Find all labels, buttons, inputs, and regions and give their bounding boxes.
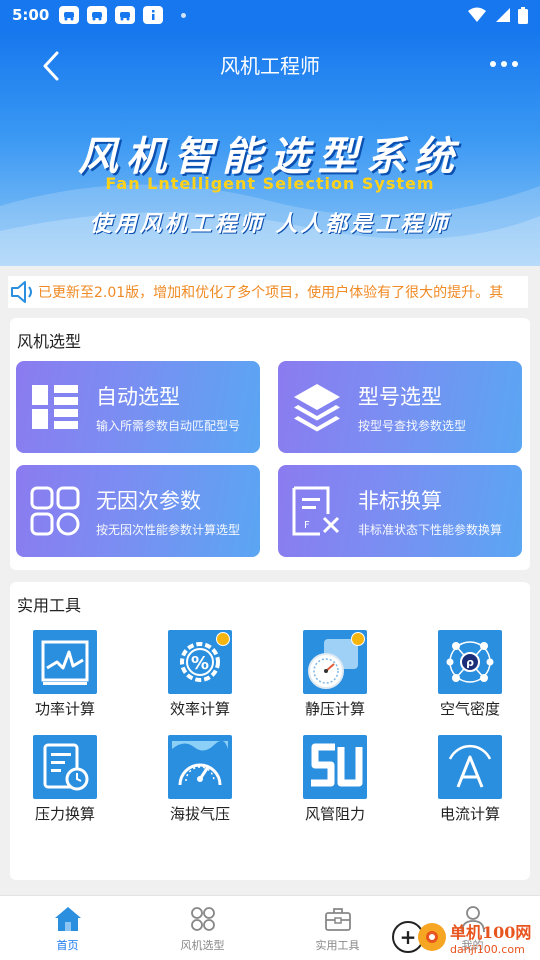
tab-label: 实用工具 xyxy=(315,939,360,952)
home-icon xyxy=(53,904,83,934)
page-title: 风机工程师 xyxy=(220,54,320,78)
watermark-text: 单机100网 xyxy=(450,922,532,942)
signal-icon xyxy=(496,8,510,22)
duct-resistance-tool[interactable]: 风管阻力 xyxy=(285,735,385,824)
car-icon xyxy=(115,6,136,24)
feature-desc: 非标准状态下性能参数换算 xyxy=(358,522,503,537)
banner-slogan: 使用风机工程师 人人都是工程师 xyxy=(89,211,451,237)
notice-bar[interactable]: 已更新至2.01版，增加和优化了多个项目，使用户体验有了很大的提升。其 xyxy=(8,276,528,308)
wifi-icon xyxy=(468,7,486,22)
feature-desc: 输入所需参数自动匹配型号 xyxy=(96,418,241,433)
tools-section: 实用工具 功率计算 % 效率计算 静压计算 ρ 空气密度 压力换算 海拔气压 风… xyxy=(10,582,530,880)
more-dots-icon[interactable] xyxy=(484,50,524,78)
svg-text:F: F xyxy=(304,520,310,531)
toolbox-icon xyxy=(323,904,353,934)
car-icon xyxy=(87,6,108,24)
non-standard-conversion-button[interactable]: F 非标换算 非标准状态下性能参数换算 xyxy=(278,465,522,557)
tool-label: 电流计算 xyxy=(439,805,500,823)
tool-label: 风管阻力 xyxy=(304,805,365,823)
pressure-gauge-icon xyxy=(303,630,367,694)
document-x-icon: F xyxy=(290,484,344,538)
tab-label: 首页 xyxy=(56,939,79,952)
model-selection-button[interactable]: 型号选型 按型号查找参数选型 xyxy=(278,361,522,453)
status-time: 5:00 xyxy=(12,6,50,24)
feature-title: 无因次参数 xyxy=(96,488,201,513)
watermark-logo-icon xyxy=(418,923,446,951)
air-density-tool[interactable]: ρ 空气密度 xyxy=(420,630,520,719)
altitude-gauge-icon xyxy=(168,735,232,799)
percent-gear-icon: % xyxy=(168,630,232,694)
molecule-icon: ρ xyxy=(438,630,502,694)
site-watermark: + 单机100网 danji100.com xyxy=(392,914,540,960)
current-a-icon xyxy=(438,735,502,799)
vip-badge-icon xyxy=(351,632,365,646)
section-title: 风机选型 xyxy=(17,332,82,351)
current-calc-tool[interactable]: 电流计算 xyxy=(420,735,520,824)
vip-badge-icon xyxy=(216,632,230,646)
list-grid-icon xyxy=(28,380,82,434)
info-icon xyxy=(143,6,164,24)
altitude-pressure-tool[interactable]: 海拔气压 xyxy=(150,735,250,824)
tool-label: 静压计算 xyxy=(304,700,365,718)
tool-label: 压力换算 xyxy=(34,805,95,823)
tool-label: 功率计算 xyxy=(34,700,95,718)
four-circles-icon xyxy=(188,904,218,934)
tool-label: 空气密度 xyxy=(439,700,500,718)
notice-text: 已更新至2.01版，增加和优化了多个项目，使用户体验有了很大的提升。其 xyxy=(38,285,504,301)
fan-selection-section: 风机选型 自动选型 输入所需参数自动匹配型号 型号选型 按型号查找参数选型 无因… xyxy=(10,318,530,570)
auto-selection-button[interactable]: 自动选型 输入所需参数自动匹配型号 xyxy=(16,361,260,453)
watermark-url: danji100.com xyxy=(450,942,525,956)
feature-title: 非标换算 xyxy=(358,488,442,513)
speaker-icon xyxy=(8,277,38,307)
layers-icon xyxy=(290,380,344,434)
svg-text:%: % xyxy=(191,653,209,674)
power-chart-icon xyxy=(33,630,97,694)
feature-desc: 按无因次性能参数计算选型 xyxy=(96,522,241,537)
header-banner: 风机工程师 风机智能选型系统 Fan Lntelligent Selection… xyxy=(0,30,540,266)
power-calc-tool[interactable]: 功率计算 xyxy=(15,630,115,719)
tab-label: 风机选型 xyxy=(180,939,225,952)
tool-label: 海拔气压 xyxy=(169,805,230,823)
tool-label: 效率计算 xyxy=(169,700,230,718)
feature-title: 自动选型 xyxy=(96,384,180,409)
svg-text:ρ: ρ xyxy=(466,656,474,669)
tab-fan-selection[interactable]: 风机选型 xyxy=(135,896,270,960)
feature-title: 型号选型 xyxy=(358,384,442,409)
car-icon xyxy=(59,6,80,24)
static-pressure-tool[interactable]: 静压计算 xyxy=(285,630,385,719)
squares-circle-icon xyxy=(28,484,82,538)
status-bar: 5:00 xyxy=(0,0,540,30)
tab-home[interactable]: 首页 xyxy=(0,896,135,960)
dimensionless-params-button[interactable]: 无因次参数 按无因次性能参数计算选型 xyxy=(16,465,260,557)
form-clock-icon xyxy=(33,735,97,799)
banner-subtitle: Fan Lntelligent Selection System xyxy=(105,174,435,193)
more-notifications-dot xyxy=(181,12,187,18)
tab-tools[interactable]: 实用工具 xyxy=(270,896,405,960)
efficiency-calc-tool[interactable]: % 效率计算 xyxy=(150,630,250,719)
pressure-conversion-tool[interactable]: 压力换算 xyxy=(15,735,115,824)
feature-desc: 按型号查找参数选型 xyxy=(358,418,467,433)
battery-icon xyxy=(518,6,528,24)
section-title: 实用工具 xyxy=(17,596,82,615)
duct-su-icon xyxy=(303,735,367,799)
